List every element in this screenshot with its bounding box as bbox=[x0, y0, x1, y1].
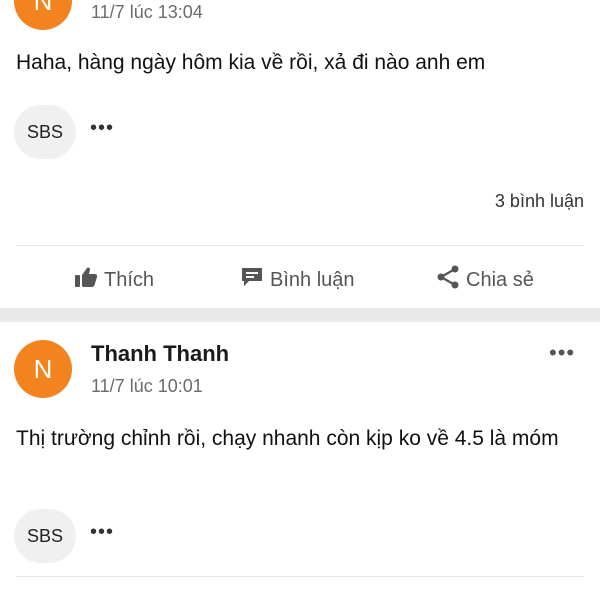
comment-count[interactable]: 3 bình luận bbox=[495, 191, 584, 212]
divider bbox=[16, 576, 584, 577]
avatar[interactable]: N bbox=[14, 340, 72, 398]
post-time: 11/7 lúc 10:01 bbox=[91, 376, 203, 396]
stock-tag-sbs[interactable]: SBS bbox=[14, 105, 76, 159]
avatar-letter: N bbox=[33, 0, 53, 16]
avatar-letter: N bbox=[33, 353, 53, 384]
like-button[interactable]: Thích bbox=[74, 260, 154, 300]
share-button[interactable]: Chia sẻ bbox=[436, 260, 534, 300]
comment-label: Bình luận bbox=[270, 268, 355, 291]
post-actions: Thích Bình luận Chia sẻ bbox=[0, 260, 600, 300]
divider bbox=[16, 245, 584, 246]
post-more-icon[interactable]: ••• bbox=[549, 340, 575, 366]
post-time: 11/7 lúc 13:04 bbox=[91, 2, 203, 22]
thumbs-up-icon bbox=[74, 266, 104, 294]
post-content: Haha, hàng ngày hôm kia về rồi, xả đi nà… bbox=[16, 51, 486, 74]
avatar[interactable]: N bbox=[14, 0, 72, 30]
share-icon bbox=[436, 265, 466, 295]
stock-tag-sbs[interactable]: SBS bbox=[14, 509, 76, 563]
more-options-icon[interactable]: ••• bbox=[90, 117, 114, 140]
comment-button[interactable]: Bình luận bbox=[240, 260, 355, 300]
comment-icon bbox=[240, 266, 270, 294]
share-label: Chia sẻ bbox=[466, 268, 534, 291]
post-separator bbox=[0, 308, 600, 322]
author-name[interactable]: Thanh Thanh bbox=[91, 341, 229, 367]
post-content: Thị trường chỉnh rồi, chạy nhanh còn kịp… bbox=[16, 427, 559, 450]
like-label: Thích bbox=[104, 268, 155, 291]
post-card: N Thanh Thanh ••• 11/7 lúc 10:01 Thị trư… bbox=[0, 322, 600, 600]
post-card: N 11/7 lúc 13:04 Haha, hàng ngày hôm kia… bbox=[0, 0, 600, 308]
more-options-icon[interactable]: ••• bbox=[90, 521, 114, 544]
